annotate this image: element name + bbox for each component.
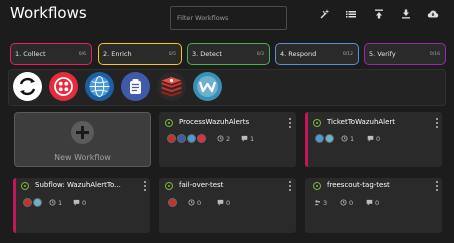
plus-icon — [71, 121, 94, 144]
stage-count: 0/6 — [78, 51, 86, 57]
thehive-mini-icon — [177, 134, 186, 143]
filter-workflows-input[interactable] — [170, 6, 287, 30]
thehive-app-icon[interactable] — [121, 72, 150, 101]
workflow-status-icon — [313, 182, 321, 190]
comment-icon — [241, 135, 248, 142]
cloud-download-icon[interactable] — [427, 8, 439, 20]
workflow-card[interactable]: Subflow: WazuhAlertTo... 1 0 — [13, 178, 150, 233]
triggers-count: 0 — [188, 199, 201, 207]
wazuh-app-icon[interactable] — [193, 72, 222, 101]
stage-detect[interactable]: 3. Detect 0/3 — [187, 43, 270, 65]
workflow-name: TicketToWazuhAlert — [327, 118, 396, 126]
workflow-status-icon — [165, 182, 173, 190]
comment-icon — [73, 199, 80, 206]
download-icon[interactable] — [400, 8, 412, 20]
workflow-card[interactable]: ProcessWazuhAlerts 2 1 — [159, 112, 296, 167]
triggers-count: 1 — [49, 199, 62, 207]
stage-verify[interactable]: 5. Verify 0/16 — [364, 43, 446, 65]
stage-label: 2. Enrich — [103, 50, 132, 58]
new-workflow-card[interactable]: New Workflow — [14, 112, 151, 167]
more-options-icon[interactable] — [435, 181, 438, 191]
executions-count: 0 — [367, 135, 380, 143]
executions-count: 0 — [217, 199, 230, 207]
executions-count: 1 — [241, 135, 254, 143]
http-mini-icon — [315, 134, 324, 143]
more-options-icon[interactable] — [288, 118, 291, 128]
workflow-card[interactable]: freescout-tag-test 3 0 0 — [305, 178, 442, 233]
more-options-icon[interactable] — [288, 181, 291, 191]
stage-count: 0/12 — [342, 51, 353, 57]
redis-mini-icon — [23, 198, 32, 207]
page-title: Workflows — [10, 4, 87, 22]
history-icon — [340, 199, 347, 206]
users-count: 3 — [314, 199, 327, 207]
stage-enrich[interactable]: 2. Enrich 0/5 — [98, 43, 182, 65]
history-icon — [217, 135, 224, 142]
comment-icon — [366, 199, 373, 206]
wazuh-mini-icon — [325, 134, 334, 143]
stage-count: 0/16 — [429, 51, 440, 57]
users-icon — [314, 200, 320, 206]
more-options-icon[interactable] — [435, 118, 438, 128]
stage-count: 0/3 — [256, 51, 264, 57]
shuffle-tools-app-icon[interactable] — [13, 72, 42, 101]
workflow-status-icon — [313, 119, 321, 127]
http-globe-app-icon[interactable] — [85, 72, 114, 101]
workflow-name: ProcessWazuhAlerts — [179, 118, 250, 126]
workflow-name: Subflow: WazuhAlertTo... — [35, 181, 121, 189]
redis-app-icon[interactable] — [157, 72, 186, 101]
new-workflow-label: New Workflow — [54, 153, 111, 162]
history-icon — [188, 199, 195, 206]
workflow-status-icon — [165, 119, 173, 127]
workflow-card[interactable]: TicketToWazuhAlert 1 0 — [305, 112, 442, 167]
executions-count: 0 — [73, 199, 86, 207]
stage-label: 5. Verify — [369, 50, 396, 58]
comment-icon — [367, 135, 374, 142]
comment-icon — [217, 199, 224, 206]
wazuh-mini-icon — [33, 198, 42, 207]
twilio-app-icon[interactable] — [49, 72, 78, 101]
list-icon[interactable] — [345, 8, 357, 20]
stage-count: 0/5 — [168, 51, 176, 57]
stage-label: 4. Respond — [280, 50, 317, 58]
triggers-count: 1 — [341, 135, 354, 143]
stage-label: 3. Detect — [192, 50, 222, 58]
workflow-card[interactable]: fail-over-test 0 0 — [159, 178, 296, 233]
triggers-count: 2 — [217, 135, 230, 143]
stage-respond[interactable]: 4. Respond 0/12 — [275, 43, 359, 65]
redis-mini-icon — [168, 198, 177, 207]
history-icon — [341, 135, 348, 142]
redis-mini-icon — [167, 134, 176, 143]
executions-count: 0 — [366, 199, 379, 207]
twilio-mini-icon — [197, 134, 206, 143]
workflow-status-icon — [21, 182, 29, 190]
history-icon — [49, 199, 56, 206]
more-options-icon[interactable] — [143, 181, 146, 191]
http-mini-icon — [187, 134, 196, 143]
magic-wand-icon[interactable] — [319, 8, 331, 20]
stage-label: 1. Collect — [15, 50, 46, 58]
workflow-name: fail-over-test — [179, 181, 224, 189]
stage-collect[interactable]: 1. Collect 0/6 — [10, 43, 92, 65]
triggers-count: 0 — [340, 199, 353, 207]
workflow-name: freescout-tag-test — [327, 181, 390, 189]
upload-icon[interactable] — [373, 8, 385, 20]
